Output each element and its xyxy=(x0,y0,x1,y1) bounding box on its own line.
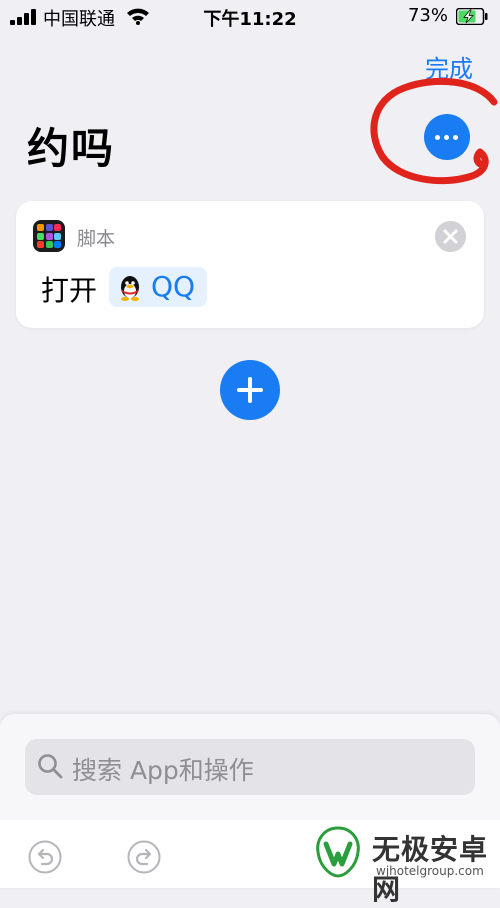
battery-charging-icon xyxy=(456,8,488,25)
status-bar: 中国联通 下午11:22 73% xyxy=(0,0,500,34)
watermark-url: wjhotelgroup.com xyxy=(376,864,484,878)
search-icon xyxy=(38,754,63,779)
more-options-button[interactable] xyxy=(424,114,470,160)
app-name: QQ xyxy=(151,270,196,303)
redo-icon[interactable] xyxy=(127,840,161,874)
battery-percentage: 73% xyxy=(407,5,448,26)
action-verb: 打开 xyxy=(41,274,98,307)
shortcut-title[interactable]: 约吗 xyxy=(27,115,115,176)
ellipsis-icon xyxy=(435,135,440,140)
search-placeholder: 搜索 App和操作 xyxy=(72,756,254,785)
qq-penguin-icon xyxy=(121,276,139,301)
add-action-button[interactable] xyxy=(220,360,280,420)
app-parameter-chip[interactable]: QQ xyxy=(109,267,207,307)
undo-icon[interactable] xyxy=(28,840,62,874)
site-watermark: 无极安卓网 wjhotelgroup.com xyxy=(300,818,500,906)
search-input[interactable]: 搜索 App和操作 xyxy=(25,739,475,795)
action-category-label: 脚本 xyxy=(77,228,116,250)
action-card[interactable]: 脚本 打开 QQ xyxy=(16,201,484,328)
watermark-logo-icon xyxy=(316,826,360,878)
close-icon[interactable] xyxy=(435,221,466,252)
scripting-grid-icon xyxy=(33,220,65,252)
done-button[interactable]: 完成 xyxy=(425,49,473,84)
